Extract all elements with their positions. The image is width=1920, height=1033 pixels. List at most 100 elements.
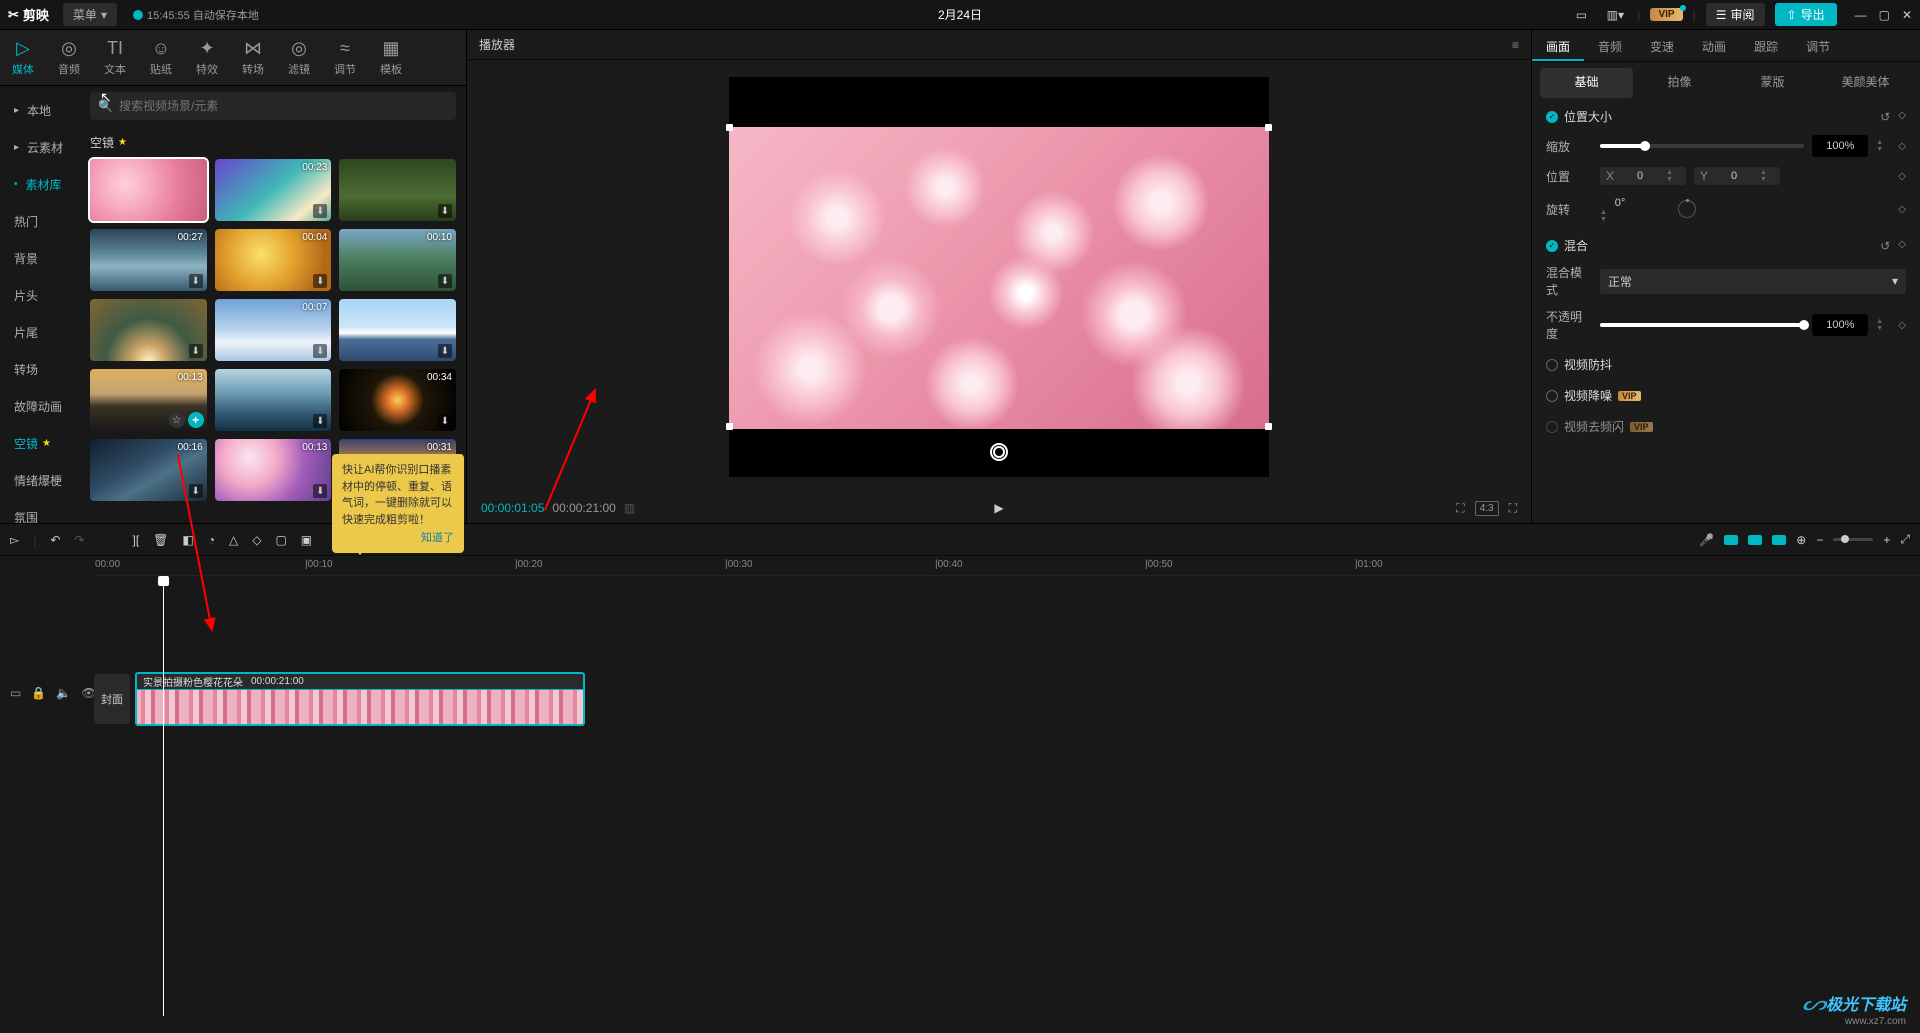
undo-icon[interactable]: ↶ — [50, 533, 60, 547]
stepper-icon[interactable]: ▲▼ — [1876, 318, 1890, 332]
compare-icon[interactable]: ▥ — [624, 501, 635, 515]
asset-thumb[interactable]: 00:04⬇ — [215, 229, 332, 291]
timeline-ruler[interactable]: 00:00 |00:10 |00:20 |00:30 |00:40 |00:50… — [95, 556, 1920, 576]
redo-icon[interactable]: ↷ — [74, 533, 84, 547]
keyframe-icon[interactable]: ◇ — [1898, 110, 1906, 124]
sidebar-cat-hot[interactable]: 热门 — [0, 203, 82, 240]
asset-thumb-pink[interactable] — [90, 159, 207, 221]
resize-handle[interactable] — [1265, 423, 1272, 430]
download-icon[interactable]: ⬇ — [189, 484, 203, 498]
download-icon[interactable]: ⬇ — [313, 344, 327, 358]
play-button[interactable]: ▶ — [994, 501, 1003, 515]
keyframe-icon[interactable]: ◇ — [1898, 141, 1906, 152]
zoom-out-icon[interactable]: − — [1816, 533, 1823, 547]
crop-icon[interactable]: ▢ — [275, 533, 286, 547]
download-icon[interactable]: ⬇ — [313, 414, 327, 428]
asset-thumb[interactable]: 00:23⬇ — [215, 159, 332, 221]
toggle-link[interactable] — [1748, 535, 1762, 545]
pos-y-field[interactable]: Y▲▼ — [1694, 167, 1780, 185]
rotation-field[interactable]: ▲▼ — [1600, 195, 1670, 223]
mirror-icon[interactable]: △ — [229, 533, 238, 547]
safe-zone-icon[interactable]: ⛶ — [1456, 501, 1464, 516]
timeline-clip[interactable]: 实景拍摄粉色樱花花朵 00:00:21:00 — [135, 672, 585, 726]
sidebar-cat-outro[interactable]: 片尾 — [0, 314, 82, 351]
asset-thumb[interactable]: ⬇ — [339, 159, 456, 221]
minimize-icon[interactable]: — — [1855, 8, 1867, 22]
mute-icon[interactable]: 🔈 — [56, 686, 71, 700]
download-icon[interactable]: ⬇ — [438, 274, 452, 288]
menu-button[interactable]: 菜单▾ — [63, 3, 117, 26]
search-input[interactable] — [119, 99, 448, 113]
tab-filter[interactable]: ◎滤镜 — [276, 30, 322, 85]
playhead[interactable] — [163, 576, 164, 1016]
tab-template[interactable]: ▦模板 — [368, 30, 414, 85]
check-on-icon[interactable]: ✓ — [1546, 240, 1558, 252]
prop-tab-track[interactable]: 跟踪 — [1740, 30, 1792, 61]
review-button[interactable]: ☰审阅 — [1706, 3, 1765, 26]
check-on-icon[interactable]: ✓ — [1546, 111, 1558, 123]
download-icon[interactable]: ⬇ — [189, 344, 203, 358]
prop-tab-audio[interactable]: 音频 — [1584, 30, 1636, 61]
asset-thumb[interactable]: 00:07⬇ — [215, 299, 332, 361]
close-icon[interactable]: ✕ — [1902, 8, 1912, 22]
prop-tab-speed[interactable]: 变速 — [1636, 30, 1688, 61]
resize-handle[interactable] — [726, 423, 733, 430]
toggle-snap[interactable] — [1724, 535, 1738, 545]
delete-icon[interactable]: 🗑 — [153, 533, 168, 547]
tab-audio[interactable]: ◎音频 — [46, 30, 92, 85]
tooltip-ok-button[interactable]: 知道了 — [342, 530, 454, 547]
fullscreen-icon[interactable]: ⛶ — [1509, 501, 1517, 516]
pointer-tool-icon[interactable]: ▻ — [10, 533, 19, 547]
tab-sticker[interactable]: ☺贴纸 — [138, 30, 184, 85]
vip-badge[interactable]: VIP — [1650, 8, 1682, 21]
resize-handle[interactable] — [1265, 124, 1272, 131]
keyframe-icon[interactable]: ◇ — [1898, 171, 1906, 182]
rotation-dial[interactable] — [1678, 200, 1696, 218]
keyframe-icon[interactable]: ◇ — [1898, 320, 1906, 331]
download-icon[interactable]: ⬇ — [313, 274, 327, 288]
sidebar-cat-mood[interactable]: 情绪爆梗 — [0, 462, 82, 499]
asset-thumb[interactable]: 00:13⬇ — [215, 439, 332, 501]
tab-text[interactable]: TI文本 — [92, 30, 138, 85]
pos-x-field[interactable]: X▲▼ — [1600, 167, 1686, 185]
add-button[interactable]: + — [188, 412, 204, 428]
asset-thumb[interactable]: 00:13☆+ — [90, 369, 207, 431]
mic-icon[interactable]: 🎤 — [1699, 533, 1714, 547]
tab-media[interactable]: ▷媒体 — [0, 30, 46, 85]
prop-tab-anim[interactable]: 动画 — [1688, 30, 1740, 61]
asset-search[interactable]: 🔍 — [90, 92, 456, 120]
tab-effect[interactable]: ✦特效 — [184, 30, 230, 85]
prop-tab-video[interactable]: 画面 — [1532, 30, 1584, 61]
toggle-preview[interactable] — [1772, 535, 1786, 545]
export-button[interactable]: ⇧导出 — [1775, 3, 1837, 26]
scale-slider[interactable] — [1600, 144, 1804, 148]
ai-icon[interactable]: ▣ — [301, 533, 312, 547]
asset-thumb[interactable]: 00:27⬇ — [90, 229, 207, 291]
resize-handle[interactable] — [726, 124, 733, 131]
favorite-icon[interactable]: ☆ — [169, 412, 185, 428]
stepper-icon[interactable]: ▲▼ — [1760, 169, 1774, 183]
subtab-portrait[interactable]: 拍像 — [1633, 68, 1726, 98]
asset-thumb[interactable]: 00:16⬇ — [90, 439, 207, 501]
menu-icon[interactable]: ≡ — [1512, 38, 1519, 52]
scale-value[interactable] — [1812, 135, 1868, 157]
check-off-icon[interactable] — [1546, 359, 1558, 371]
opacity-value[interactable] — [1812, 314, 1868, 336]
download-icon[interactable]: ⬇ — [438, 344, 452, 358]
stepper-icon[interactable]: ▲▼ — [1666, 169, 1680, 183]
subtab-beauty[interactable]: 美颜美体 — [1819, 68, 1912, 98]
cover-button[interactable]: 封面 — [94, 674, 130, 724]
sidebar-cat-empty[interactable]: 空镜★ — [0, 425, 82, 462]
rotate-handle-icon[interactable] — [990, 443, 1008, 461]
panel-icon[interactable]: ▥▾ — [1603, 5, 1627, 25]
layout-icon[interactable]: ▭ — [1569, 5, 1593, 25]
lock-icon[interactable]: 🔒 — [31, 686, 46, 700]
sidebar-cat-bg[interactable]: 背景 — [0, 240, 82, 277]
stepper-icon[interactable]: ▲▼ — [1876, 139, 1890, 153]
download-icon[interactable]: ⬇ — [313, 204, 327, 218]
tab-adjust[interactable]: ≈调节 — [322, 30, 368, 85]
maximize-icon[interactable]: ▢ — [1879, 8, 1890, 22]
visibility-icon[interactable]: ▭ — [10, 686, 21, 700]
aspect-ratio[interactable]: 4:3 — [1475, 501, 1499, 516]
download-icon[interactable]: ⬇ — [438, 414, 452, 428]
